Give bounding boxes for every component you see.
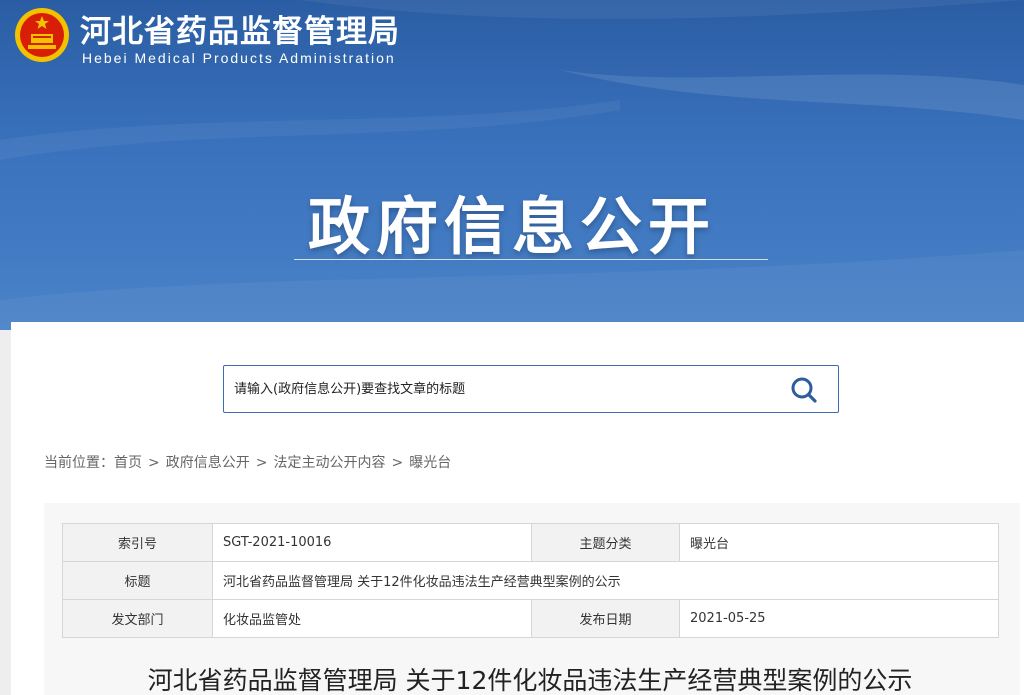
article-title: 河北省药品监督管理局 关于12件化妆品违法生产经营典型案例的公示	[147, 666, 913, 695]
site-subtitle: Hebei Medical Products Administration	[82, 50, 396, 66]
section-title: 政府信息公开	[307, 190, 716, 263]
table-row: 发文部门 化妆品监管处 发布日期 2021-05-25	[62, 599, 999, 638]
dept-label: 发文部门	[62, 599, 213, 638]
national-emblem-icon[interactable]	[14, 7, 70, 63]
breadcrumb-gov-info[interactable]: 政府信息公开	[166, 455, 250, 471]
dept-value: 化妆品监管处	[212, 599, 532, 638]
search-icon[interactable]	[790, 376, 818, 404]
category-label: 主题分类	[531, 523, 680, 562]
title-label: 标题	[62, 561, 213, 600]
date-label: 发布日期	[531, 599, 680, 638]
breadcrumb-exposure[interactable]: 曝光台	[409, 455, 451, 471]
table-row: 索引号 SGT-2021-10016 主题分类 曝光台	[62, 523, 999, 562]
header-banner: 河北省药品监督管理局 Hebei Medical Products Admini…	[0, 0, 1024, 330]
title-divider	[294, 259, 768, 260]
title-value: 河北省药品监督管理局 关于12件化妆品违法生产经营典型案例的公示	[212, 561, 999, 600]
index-value: SGT-2021-10016	[212, 523, 532, 562]
breadcrumb-separator: >	[255, 455, 268, 471]
search-box	[223, 365, 839, 413]
breadcrumb-home[interactable]: 首页	[114, 455, 142, 471]
metadata-table: 索引号 SGT-2021-10016 主题分类 曝光台 标题 河北省药品监督管理…	[62, 523, 999, 638]
breadcrumb-separator: >	[391, 455, 404, 471]
breadcrumb: 当前位置：首页 > 政府信息公开 > 法定主动公开内容 > 曝光台	[44, 452, 451, 472]
date-value: 2021-05-25	[679, 599, 999, 638]
site-title[interactable]: 河北省药品监督管理局	[80, 6, 400, 51]
breadcrumb-prefix: 当前位置：	[44, 455, 114, 471]
search-input[interactable]	[234, 366, 774, 412]
breadcrumb-separator: >	[148, 455, 160, 471]
index-label: 索引号	[62, 523, 213, 562]
category-value: 曝光台	[679, 523, 999, 562]
table-row: 标题 河北省药品监督管理局 关于12件化妆品违法生产经营典型案例的公示	[62, 561, 999, 600]
breadcrumb-statutory[interactable]: 法定主动公开内容	[273, 455, 385, 471]
